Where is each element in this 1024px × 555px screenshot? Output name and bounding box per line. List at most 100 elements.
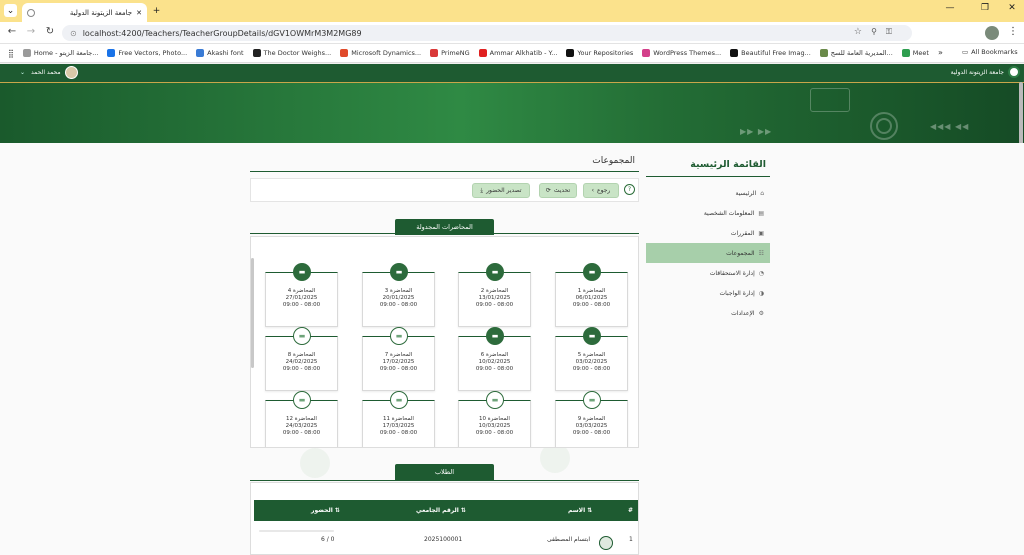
refresh-icon: ⟳: [545, 187, 551, 194]
col-name[interactable]: الاسم ⇅: [568, 507, 592, 514]
banner-arrows-graphic-2: ▶▶ ▶▶: [740, 127, 773, 136]
lectures-scrollbar[interactable]: [251, 258, 254, 368]
forward-arrow-icon[interactable]: →: [24, 26, 38, 37]
zoom-icon[interactable]: ⚲: [871, 27, 877, 36]
lecture-card[interactable]: ▬ المحاضرة 12 24/03/2025 09:00 - 08:00: [265, 391, 338, 447]
lecture-card[interactable]: ▬ المحاضرة 5 03/02/2025 09:00 - 08:00: [555, 327, 628, 391]
profile-avatar[interactable]: [985, 26, 999, 40]
url-input[interactable]: ⊙ localhost:4200/Teachers/TeacherGroupDe…: [62, 25, 912, 41]
lecture-card[interactable]: ▬ المحاضرة 2 13/01/2025 09:00 - 08:00: [458, 263, 531, 327]
student-avatar: [599, 536, 613, 550]
sidebar-item[interactable]: إدارة الواجبات ◑: [646, 283, 770, 303]
lecture-card[interactable]: ▬ المحاضرة 11 17/03/2025 09:00 - 08:00: [362, 391, 435, 447]
bookmark-favicon-icon: [730, 49, 739, 57]
minimize-icon[interactable]: —: [940, 3, 960, 13]
lecture-time: 09:00 - 08:00: [475, 430, 514, 436]
browser-menu-icon[interactable]: ⋮: [1008, 26, 1018, 37]
bookmark-item[interactable]: Ammar Alkhatib - Y...: [478, 49, 557, 57]
tab-title: جامعة الزيتونة الدولية: [69, 8, 133, 17]
export-attendance-button[interactable]: ⤓ تصدير الحضور: [472, 183, 530, 198]
chat-icon: ▬: [486, 391, 504, 409]
sidebar: القائمة الرئيسية الرئيسية ⌂ المعلومات الشخ…: [646, 156, 770, 323]
sidebar-item[interactable]: الرئيسية ⌂: [646, 183, 770, 203]
bookmark-item[interactable]: Akashi font: [196, 49, 244, 57]
bookmarks-overflow-icon[interactable]: »: [938, 48, 943, 57]
bookmark-item[interactable]: المديرية العامة للسج...: [819, 49, 893, 57]
browser-tab-strip: ⌄ جامعة الزيتونة الدولية ✕ + — ❐ ✕: [0, 0, 1024, 22]
user-name: محمد الحمد: [31, 69, 61, 76]
lecture-card[interactable]: ▬ المحاضرة 7 17/02/2025 09:00 - 08:00: [362, 327, 435, 391]
students-section-header: الطلاب: [395, 464, 494, 480]
lecture-card[interactable]: ▬ المحاضرة 4 27/01/2025 09:00 - 08:00: [265, 263, 338, 327]
browser-tab[interactable]: جامعة الزيتونة الدولية ✕: [22, 3, 147, 22]
lecture-card[interactable]: ▬ المحاضرة 3 20/01/2025 09:00 - 08:00: [362, 263, 435, 327]
chevron-left-icon: ‹: [591, 187, 595, 194]
bookmark-item[interactable]: WordPress Themes...: [642, 49, 721, 57]
bookmark-favicon-icon: [901, 49, 910, 57]
bookmark-item[interactable]: Free Vectors, Photo...: [107, 49, 187, 57]
bookmark-item[interactable]: Beautiful Free Imag...: [730, 49, 811, 57]
back-arrow-icon[interactable]: ←: [5, 26, 19, 37]
sidebar-item[interactable]: الإعدادات ⚙: [646, 303, 770, 323]
lecture-date: 24/02/2025: [285, 359, 318, 365]
all-bookmarks-link[interactable]: ▭ All Bookmarks: [962, 48, 1018, 56]
refresh-button[interactable]: ⟳ تحديث: [539, 183, 577, 198]
bookmark-favicon-icon: [340, 49, 349, 57]
col-university-id[interactable]: الرقم الجامعي ⇅: [416, 507, 466, 514]
user-menu[interactable]: ⌄ محمد الحمد: [20, 66, 78, 79]
chat-icon: ▬: [583, 263, 601, 281]
close-window-icon[interactable]: ✕: [1002, 3, 1022, 13]
bookmark-item[interactable]: Home - جامعة الزيتو...: [22, 49, 98, 57]
banner-arrows-graphic: ◀◀◀ ◀◀: [930, 122, 970, 131]
lecture-name: المحاضرة 8: [287, 352, 316, 358]
reload-icon[interactable]: ↻: [43, 26, 57, 37]
tab-search-button[interactable]: ⌄: [4, 4, 17, 17]
lecture-date: 06/01/2025: [575, 295, 608, 301]
help-icon[interactable]: ?: [624, 184, 635, 195]
lecture-name: المحاضرة 1: [577, 288, 606, 294]
user-dropdown-icon[interactable]: ⌄: [20, 69, 25, 76]
sidebar-item[interactable]: المجموعات ☷: [646, 243, 770, 263]
lecture-date: 03/03/2025: [575, 423, 608, 429]
attendance-value: 6 / 0: [321, 536, 335, 543]
apps-grid-icon[interactable]: ⣿: [8, 49, 14, 58]
lecture-card[interactable]: ▬ المحاضرة 9 03/03/2025 09:00 - 08:00: [555, 391, 628, 447]
bookmark-favicon-icon: [196, 49, 205, 57]
lecture-card[interactable]: ▬ المحاضرة 1 06/01/2025 09:00 - 08:00: [555, 263, 628, 327]
bookmark-item[interactable]: The Doctor Weighs...: [252, 49, 331, 57]
back-button[interactable]: ‹ رجوع: [583, 183, 619, 198]
bookmark-item[interactable]: Meet: [901, 49, 929, 57]
sidebar-item-icon: ◑: [758, 289, 764, 297]
chat-icon: ▬: [583, 327, 601, 345]
tab-close-icon[interactable]: ✕: [136, 9, 142, 17]
bookmark-favicon-icon: [566, 49, 575, 57]
site-info-icon[interactable]: ⊙: [70, 29, 77, 38]
lecture-time: 09:00 - 08:00: [475, 366, 514, 372]
new-tab-button[interactable]: +: [150, 4, 163, 17]
restore-icon[interactable]: ❐: [975, 3, 995, 13]
lecture-time: 09:00 - 08:00: [475, 302, 514, 308]
app-header: ⌄ محمد الحمد جامعة الزيتونة الدولية: [0, 64, 1024, 82]
lecture-date: 20/01/2025: [382, 295, 415, 301]
lecture-card[interactable]: ▬ المحاضرة 10 10/03/2025 09:00 - 08:00: [458, 391, 531, 447]
bookmark-item[interactable]: PrimeNG: [430, 49, 470, 57]
bookmark-star-icon[interactable]: ☆: [854, 27, 862, 37]
bookmarks-bar: ⣿ Home - جامعة الزيتو... Free Vectors, Ph…: [0, 44, 1024, 63]
tab-favicon-icon: [27, 8, 35, 17]
bookmark-item[interactable]: Microsoft Dynamics...: [340, 49, 421, 57]
sidebar-item[interactable]: إدارة الاستحقاقات ◔: [646, 263, 770, 283]
sidebar-item[interactable]: المقررات ▣: [646, 223, 770, 243]
chat-icon: ▬: [390, 327, 408, 345]
lecture-card[interactable]: ▬ المحاضرة 6 10/02/2025 09:00 - 08:00: [458, 327, 531, 391]
header-banner: ◀◀◀ ◀◀ ▶▶ ▶▶: [0, 82, 1024, 143]
university-brand[interactable]: جامعة الزيتونة الدولية: [951, 66, 1020, 78]
lecture-time: 09:00 - 08:00: [572, 302, 611, 308]
banner-gold-line: [0, 82, 1024, 83]
password-key-icon[interactable]: ⚿: [886, 27, 892, 37]
sidebar-item[interactable]: المعلومات الشخصية ▤: [646, 203, 770, 223]
col-attendance[interactable]: الحضور ⇅: [311, 507, 340, 514]
table-row[interactable]: 6 / 0 2025100001 ابتسام المصطفى 1: [254, 528, 638, 552]
banner-circle-graphic-inner: [876, 118, 892, 134]
lecture-card[interactable]: ▬ المحاضرة 8 24/02/2025 09:00 - 08:00: [265, 327, 338, 391]
bookmark-item[interactable]: Your Repositories: [566, 49, 633, 57]
